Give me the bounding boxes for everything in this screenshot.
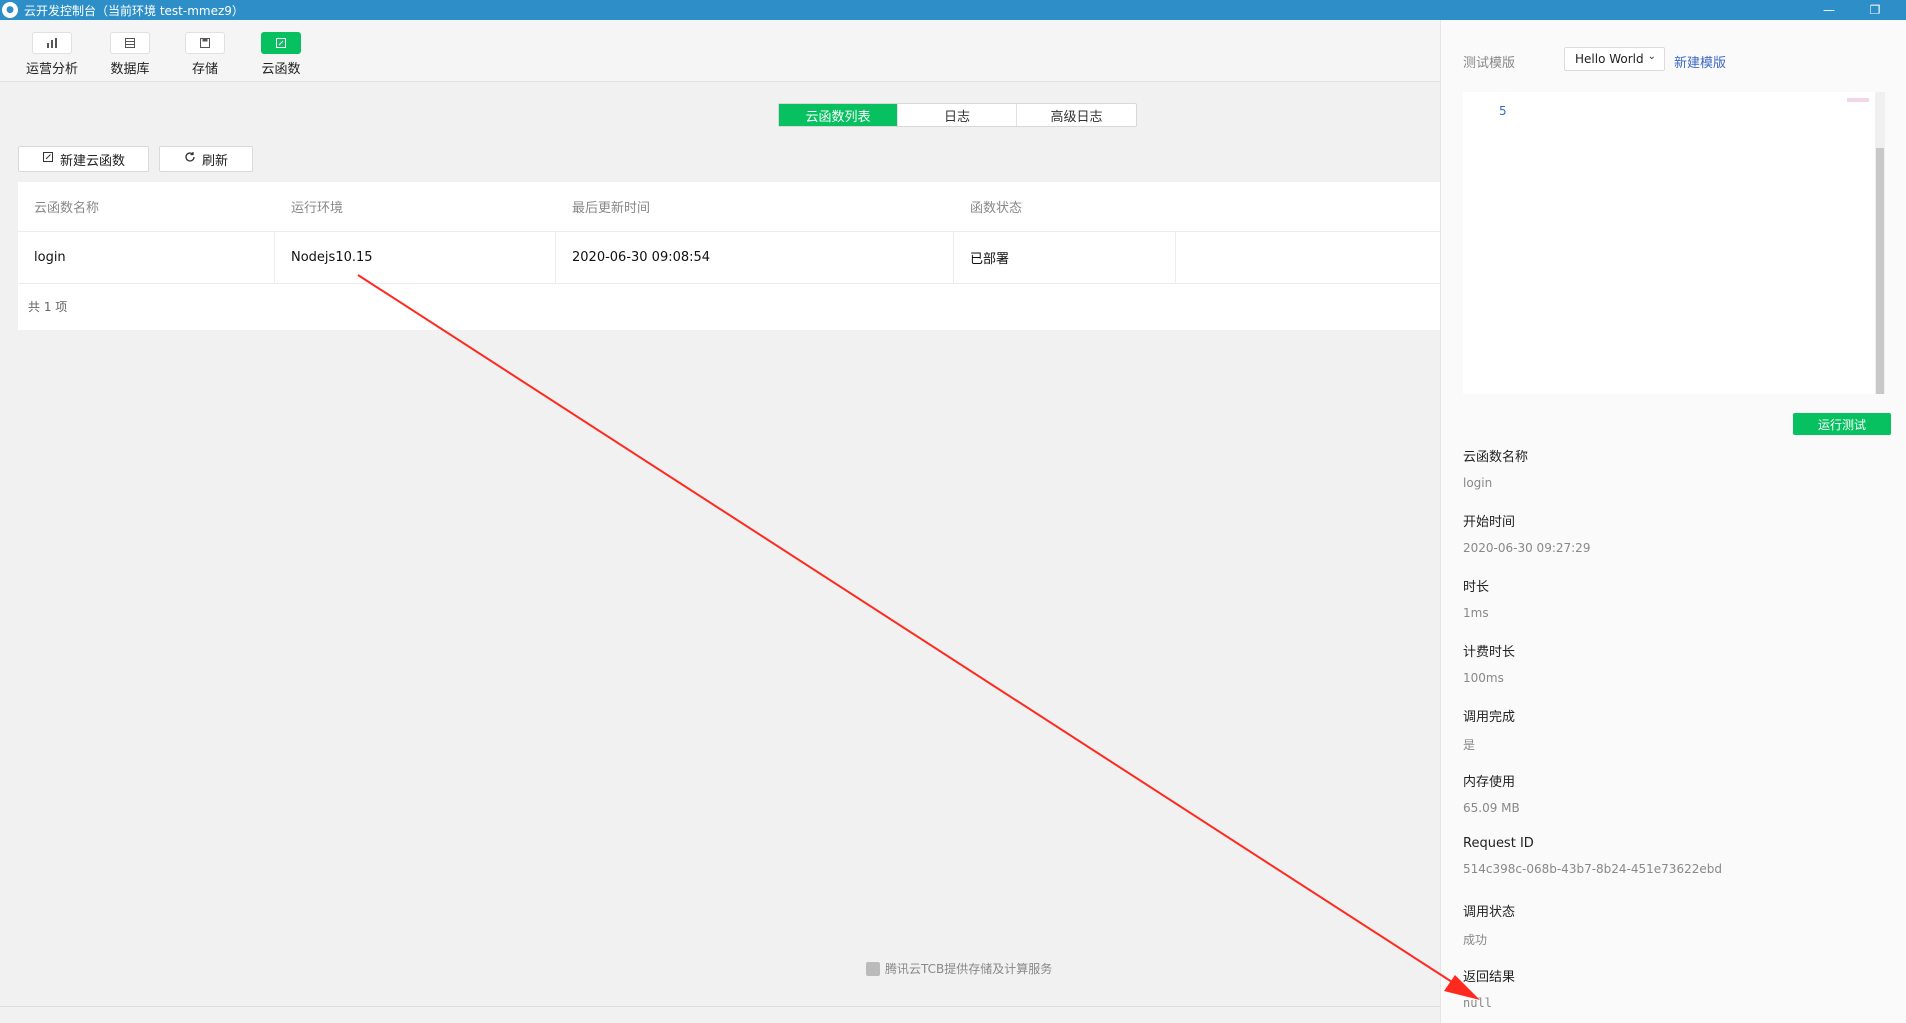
result-value: 100ms	[1463, 671, 1504, 685]
result-label: 云函数名称	[1463, 450, 1529, 465]
result-call-status: 调用状态 成功	[1463, 901, 1515, 948]
result-return-value: 返回结果 null	[1463, 966, 1515, 1010]
toolbar-item-label: 存储	[191, 62, 218, 77]
result-label: 时长	[1463, 580, 1490, 595]
run-test-button[interactable]: 运行测试	[1793, 413, 1891, 435]
column-header: 函数状态	[970, 201, 1023, 216]
tab-function-list[interactable]: 云函数列表	[779, 104, 898, 126]
new-template-link[interactable]: 新建模版	[1674, 52, 1726, 71]
result-value: null	[1463, 996, 1492, 1010]
result-value: 514c398c-068b-43b7-8b24-451e73622ebd	[1463, 862, 1722, 876]
refresh-label: 刷新	[201, 153, 228, 169]
result-label: 计费时长	[1463, 645, 1516, 660]
restore-button[interactable]: ❐	[1852, 0, 1898, 20]
edit-icon	[42, 151, 54, 167]
result-billed-duration: 计费时长 100ms	[1463, 641, 1515, 685]
table-row[interactable]: login Nodejs10.15 2020-06-30 09:08:54 已部…	[18, 232, 1440, 284]
provider-text: 腾讯云TCB提供存储及计算服务	[885, 962, 1053, 976]
result-value: 成功	[1463, 933, 1488, 947]
tab-logs[interactable]: 日志	[898, 104, 1017, 126]
column-header: 运行环境	[291, 201, 344, 216]
cloud-function-icon	[261, 32, 301, 54]
refresh-icon	[184, 151, 196, 167]
scrollbar-thumb[interactable]	[1876, 148, 1884, 394]
result-label: Request ID	[1463, 836, 1534, 851]
toolbar-item-storage[interactable]: 存储	[167, 32, 243, 77]
result-function-name: 云函数名称 login	[1463, 446, 1528, 490]
toolbar-item-label: 云函数	[261, 62, 301, 77]
function-table: 云函数名称 运行环境 最后更新时间 函数状态 login Nodejs10.15…	[18, 182, 1440, 330]
toolbar-item-database[interactable]: 数据库	[92, 32, 168, 77]
test-panel: 测试模版 Hello World ⌄ 新建模版 5 运行测试 云函数名称 log…	[1440, 20, 1906, 1023]
bar-chart-icon	[32, 32, 72, 54]
result-value: 2020-06-30 09:27:29	[1463, 541, 1591, 555]
result-value: 是	[1463, 738, 1476, 752]
editor-scrollbar[interactable]	[1875, 92, 1885, 394]
editor-line-number: 5	[1499, 104, 1507, 118]
result-value: login	[1463, 476, 1493, 490]
chevron-down-icon: ⌄	[1647, 51, 1656, 62]
result-label: 内存使用	[1463, 775, 1516, 790]
storage-icon	[185, 32, 225, 54]
toolbar-item-cloud-function[interactable]: 云函数	[243, 32, 319, 77]
toolbar-item-label: 数据库	[110, 62, 150, 77]
template-select[interactable]: Hello World ⌄	[1564, 47, 1665, 71]
column-header-empty	[1176, 182, 1440, 231]
column-header: 最后更新时间	[572, 201, 651, 216]
result-memory: 内存使用 65.09 MB	[1463, 771, 1520, 815]
database-icon	[110, 32, 150, 54]
bottom-divider	[0, 1006, 1440, 1007]
test-params-editor[interactable]: 5	[1463, 92, 1885, 394]
template-label: 测试模版	[1463, 56, 1516, 71]
minimize-button[interactable]: —	[1806, 0, 1852, 20]
actions-cell	[1176, 232, 1440, 283]
status-cell: 已部署	[954, 232, 1176, 283]
function-name-cell[interactable]: login	[18, 232, 275, 283]
updated-time-cell: 2020-06-30 09:08:54	[556, 232, 954, 283]
editor-minimap	[1847, 98, 1869, 102]
result-label: 调用状态	[1463, 905, 1516, 920]
view-tabs: 云函数列表 日志 高级日志	[778, 103, 1137, 127]
table-total-count: 共 1 项	[28, 300, 68, 314]
result-value: 1ms	[1463, 606, 1489, 620]
runtime-cell: Nodejs10.15	[275, 232, 556, 283]
window-controls: — ❐	[1806, 0, 1898, 20]
result-request-id: Request ID 514c398c-068b-43b7-8b24-451e7…	[1463, 836, 1722, 876]
column-header: 云函数名称	[34, 201, 100, 216]
title-bar: ● 云开发控制台（当前环境 test-mmez9） — ❐	[0, 0, 1906, 20]
result-value: 65.09 MB	[1463, 801, 1520, 815]
new-function-button[interactable]: 新建云函数	[18, 146, 149, 172]
result-duration: 时长 1ms	[1463, 576, 1489, 620]
result-label: 返回结果	[1463, 970, 1516, 985]
tencent-cloud-icon	[866, 961, 880, 976]
result-completed: 调用完成 是	[1463, 706, 1515, 753]
refresh-button[interactable]: 刷新	[159, 146, 253, 172]
toolbar-item-analytics[interactable]: 运营分析	[14, 32, 90, 77]
result-label: 调用完成	[1463, 710, 1516, 725]
new-function-label: 新建云函数	[59, 153, 125, 169]
table-header: 云函数名称 运行环境 最后更新时间 函数状态	[18, 182, 1440, 232]
toolbar-item-label: 运营分析	[25, 62, 78, 77]
tab-advanced-logs[interactable]: 高级日志	[1017, 104, 1136, 126]
template-select-value: Hello World	[1575, 52, 1644, 66]
result-label: 开始时间	[1463, 515, 1516, 530]
main-toolbar: 运营分析 数据库 存储 云函数	[0, 20, 1440, 82]
annotation-arrow-line	[357, 274, 1453, 983]
result-start-time: 开始时间 2020-06-30 09:27:29	[1463, 511, 1590, 555]
provider-note: 腾讯云TCB提供存储及计算服务	[866, 960, 1052, 977]
window-title: 云开发控制台（当前环境 test-mmez9）	[24, 3, 244, 18]
wechat-app-icon: ●	[2, 2, 18, 18]
